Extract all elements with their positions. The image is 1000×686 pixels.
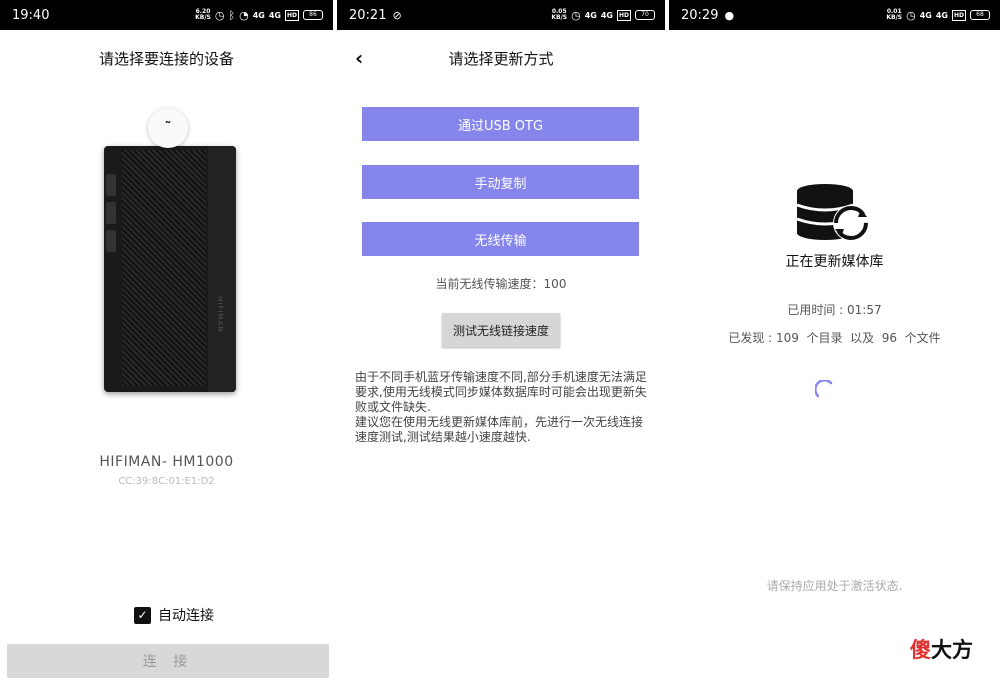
keep-active-hint: 请保持应用处于激活状态. — [766, 579, 903, 593]
database-sync-icon — [796, 184, 869, 241]
auto-connect-toggle[interactable]: ✓ 自动连接 — [134, 605, 214, 625]
device-mesh — [122, 150, 206, 386]
status-bar: 20:29 ● 0.01 KB/S ◷ 4G 4G HD 68 — [669, 0, 1000, 30]
device-buttons — [106, 174, 118, 264]
alarm-icon: ◷ — [571, 8, 581, 22]
page-title: 请选择更新方式 — [448, 50, 554, 68]
update-method-screen: 20:21 ⊘ 0.05 KB/S ◷ 4G 4G HD 70 ‹ 请选择更新方式… — [337, 0, 665, 686]
battery-icon: 68 — [970, 10, 990, 20]
found-summary: 已发现 : 109 个目录 以及 96 个文件 — [728, 331, 941, 345]
checkbox-checked-icon[interactable]: ✓ — [134, 606, 151, 624]
hd-icon: HD — [951, 9, 966, 21]
connect-button[interactable]: 连 接 — [7, 644, 329, 678]
battery-icon: 86 — [303, 10, 323, 20]
alarm-icon: ◷ — [906, 8, 916, 22]
device-side — [208, 146, 236, 392]
signal-icon: 4G — [935, 10, 948, 20]
updating-library-screen: 20:29 ● 0.01 KB/S ◷ 4G 4G HD 68 正在更新媒体库 已… — [669, 0, 1000, 686]
device-mac: CC:39:8C:01:E1:D2 — [118, 476, 215, 487]
device-image: HIFIMAN — [104, 146, 236, 392]
watermark-logo: 傻大方 — [910, 638, 973, 662]
page-title: 请选择要连接的设备 — [98, 50, 234, 68]
bluetooth-icon: ᛒ — [228, 8, 236, 22]
network-speed: 0.05 KB/S — [551, 8, 568, 21]
hd-icon: HD — [616, 9, 631, 21]
alarm-icon: ◷ — [214, 8, 225, 22]
signal-icon: 4G — [268, 10, 281, 20]
status-time: 19:40 — [12, 7, 50, 23]
wifi-icon: ◔ — [239, 8, 249, 22]
battery-icon: 70 — [635, 10, 655, 20]
status-time: 20:21 — [349, 7, 387, 23]
usb-otg-button[interactable]: 通过USB OTG — [362, 107, 639, 141]
manual-copy-button[interactable]: 手动复制 — [362, 165, 639, 199]
elapsed-time: 已用时间 : 01:57 — [787, 303, 882, 317]
page-header: ‹ 请选择更新方式 — [337, 46, 665, 70]
brand-logo-icon: ˜ — [148, 108, 188, 148]
back-arrow-icon[interactable]: ‹ — [355, 46, 363, 70]
wireless-speed-text: 当前无线传输速度：100 — [435, 277, 567, 291]
device-name: HIFIMAN- HM1000 — [99, 454, 234, 470]
status-bar: 20:21 ⊘ 0.05 KB/S ◷ 4G 4G HD 70 — [337, 0, 665, 30]
auto-connect-label: 自动连接 — [158, 608, 214, 624]
signal-icon: 4G — [600, 10, 613, 20]
hd-icon: HD — [284, 9, 299, 21]
signal-icon: 4G — [919, 10, 932, 20]
test-speed-button[interactable]: 测试无线链接速度 — [442, 313, 560, 347]
check-circle-icon: ⊘ — [392, 8, 402, 22]
signal-icon: 4G — [252, 10, 265, 20]
loading-spinner-icon — [815, 380, 833, 398]
wireless-transfer-button[interactable]: 无线传输 — [362, 222, 639, 256]
wireless-note: 由于不同手机蓝牙传输速度不同,部分手机速度无法满足要求,使用无线模式同步媒体数据… — [355, 370, 647, 444]
signal-icon: 4G — [584, 10, 597, 20]
device-select-screen: 19:40 6.20 KB/S ◷ ᛒ ◔ 4G 4G HD 86 请选择要连接的… — [0, 0, 333, 686]
chat-icon: ● — [724, 8, 735, 22]
status-time: 20:29 — [681, 7, 719, 23]
device-card[interactable]: HIFIMAN ˜ — [100, 108, 240, 398]
updating-label: 正在更新媒体库 — [785, 254, 884, 270]
status-bar: 19:40 6.20 KB/S ◷ ᛒ ◔ 4G 4G HD 86 — [0, 0, 333, 30]
network-speed: 6.20 KB/S — [195, 8, 211, 21]
network-speed: 0.01 KB/S — [886, 8, 903, 21]
device-brand: HIFIMAN — [216, 296, 224, 333]
